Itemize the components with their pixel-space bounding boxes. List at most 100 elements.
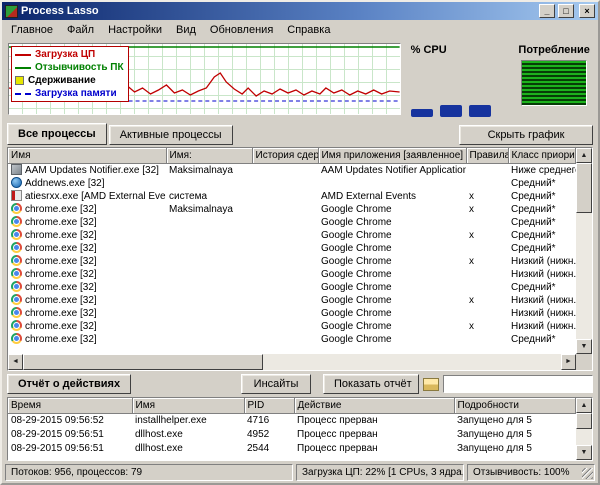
process-app-cell: AMD External Events: [321, 190, 417, 202]
column-header[interactable]: Класс приори...: [508, 148, 576, 164]
table-row[interactable]: atiesrxx.exe [AMD External Event...систе…: [8, 189, 576, 203]
process-history-cell: [252, 281, 318, 294]
action-table-vscrollbar[interactable]: ▲ ▼: [576, 398, 592, 460]
scroll-up-icon[interactable]: ▲: [576, 398, 592, 413]
report-icon[interactable]: [423, 377, 439, 391]
log-time-cell: 08-29-2015 09:56:52: [11, 414, 104, 426]
menu-item[interactable]: Обновления: [203, 22, 280, 38]
table-row[interactable]: chrome.exe [32] Google Chrome Средний*: [8, 280, 576, 294]
menu-item[interactable]: Главное: [4, 22, 60, 38]
process-name-cell: atiesrxx.exe [AMD External Event...: [8, 189, 166, 203]
menu-item[interactable]: Справка: [280, 22, 337, 38]
chrome-icon: [11, 254, 22, 266]
table-row[interactable]: chrome.exe [32] Google Chrome Низкий (нижн…: [8, 306, 576, 320]
maximize-button[interactable]: □: [558, 4, 574, 18]
tab-active-processes[interactable]: Активные процессы: [108, 125, 233, 145]
close-button[interactable]: ×: [579, 4, 595, 18]
process-table-hscrollbar[interactable]: ◄ ►: [8, 354, 576, 370]
process-table-body: AAM Updates Notifier.exe [32] Maksimalnay…: [8, 163, 576, 346]
action-log-container: Время Имя PID Действие Подробности 08-29-201…: [7, 397, 593, 461]
legend-symbol: [15, 76, 24, 85]
action-log-table: Время Имя PID Действие Подробности 08-29-201…: [8, 398, 576, 456]
process-priority-cell: Низкий (нижн...: [511, 268, 576, 280]
process-table-header-row: ИмяИмя:История сдер...Имя приложения [за…: [8, 148, 576, 164]
scroll-up-icon[interactable]: ▲: [576, 148, 592, 163]
tab-all-processes[interactable]: Все процессы: [7, 123, 107, 145]
show-report-button[interactable]: Показать отчёт: [323, 374, 419, 394]
table-row[interactable]: chrome.exe [32] Google Chrome Средний*: [8, 215, 576, 229]
minimize-button[interactable]: _: [539, 4, 555, 18]
process-user-cell: [166, 320, 252, 333]
process-name-cell: chrome.exe [32]: [8, 267, 166, 281]
hide-graph-button[interactable]: Скрыть график: [459, 125, 593, 145]
legend-label: Отзывчивость ПК: [35, 62, 124, 73]
process-history-cell: [252, 307, 318, 320]
table-row[interactable]: 08-29-2015 09:56:51 dllhost.exe 2544 Процес…: [8, 442, 576, 456]
process-rules-cell: [466, 307, 508, 320]
column-header[interactable]: Имя:: [166, 148, 253, 164]
process-user-cell: [166, 242, 252, 255]
scroll-left-icon[interactable]: ◄: [8, 354, 23, 370]
table-row[interactable]: AAM Updates Notifier.exe [32] Maksimalnay…: [8, 163, 576, 177]
log-details-cell: Запущено для 5: [457, 428, 532, 440]
table-row[interactable]: chrome.exe [32] Google Chrome x Низкий (ниж…: [8, 293, 576, 307]
column-header[interactable]: Имя: [8, 148, 167, 164]
table-row[interactable]: Addnews.exe [32] Средний*: [8, 176, 576, 190]
insights-button[interactable]: Инсайты: [241, 374, 311, 394]
process-table-vscrollbar[interactable]: ▲ ▼: [576, 148, 592, 354]
process-user-cell: [166, 255, 252, 268]
column-header[interactable]: PID: [244, 398, 295, 414]
scroll-down-icon[interactable]: ▼: [576, 339, 592, 354]
column-header[interactable]: Правила: [466, 148, 509, 164]
status-responsiveness: Отзывчивость: 100%: [467, 464, 595, 481]
column-header[interactable]: Время: [8, 398, 133, 414]
process-name-cell: chrome.exe [32]: [8, 228, 166, 242]
legend-symbol: [15, 92, 31, 95]
legend-label: Загрузка памяти: [35, 88, 117, 99]
resize-grip[interactable]: [582, 468, 593, 479]
table-row[interactable]: chrome.exe [32] Google Chrome x Средний*: [8, 228, 576, 242]
column-header[interactable]: История сдер...: [252, 148, 319, 164]
status-responsiveness-text: Отзывчивость: 100%: [473, 467, 570, 478]
process-history-cell: [252, 216, 318, 229]
action-log-area: Время Имя PID Действие Подробности 08-29-201…: [8, 398, 576, 460]
process-name-cell: chrome.exe [32]: [8, 202, 166, 216]
process-app-cell: Google Chrome: [321, 281, 392, 293]
process-name-cell: chrome.exe [32]: [8, 280, 166, 294]
table-row[interactable]: chrome.exe [32] Google Chrome x Низкий (ниж…: [8, 319, 576, 333]
log-pid-cell: 2544: [247, 442, 270, 454]
table-row[interactable]: 08-29-2015 09:56:51 dllhost.exe 4952 Процес…: [8, 428, 576, 442]
process-app-cell: Google Chrome: [321, 268, 392, 280]
process-user-cell: [166, 294, 252, 307]
log-name-cell: dllhost.exe: [135, 428, 183, 440]
process-history-cell: [252, 255, 318, 268]
table-row[interactable]: chrome.exe [32] Google Chrome Низкий (нижн…: [8, 267, 576, 281]
tab-actions-log[interactable]: Отчёт о действиях: [7, 374, 131, 394]
process-table-area: ИмяИмя:История сдер...Имя приложения [за…: [8, 148, 576, 354]
vscroll-thumb[interactable]: [576, 413, 592, 429]
log-filter-input[interactable]: [443, 375, 593, 393]
chrome-icon: [11, 306, 22, 318]
column-header[interactable]: Подробности: [454, 398, 576, 414]
process-app-cell: Google Chrome: [321, 242, 392, 254]
column-header[interactable]: Имя приложения [заявленное]: [318, 148, 467, 164]
process-user-cell: [166, 268, 252, 281]
process-user-cell: [166, 281, 252, 294]
scroll-down-icon[interactable]: ▼: [576, 445, 592, 460]
vscroll-thumb[interactable]: [576, 163, 592, 213]
table-row[interactable]: chrome.exe [32] Google Chrome x Низкий (ниж…: [8, 254, 576, 268]
legend-symbol: [15, 66, 31, 69]
window-title: Process Lasso: [21, 5, 99, 17]
scroll-right-icon[interactable]: ►: [561, 354, 576, 370]
menu-item[interactable]: Файл: [60, 22, 101, 38]
table-row[interactable]: chrome.exe [32] Google Chrome Средний*: [8, 332, 576, 346]
column-header[interactable]: Действие: [294, 398, 455, 414]
title-bar[interactable]: Process Lasso _ □ ×: [2, 2, 598, 20]
menu-item[interactable]: Вид: [169, 22, 203, 38]
hscroll-thumb[interactable]: [23, 354, 263, 370]
menu-item[interactable]: Настройки: [101, 22, 169, 38]
table-row[interactable]: chrome.exe [32] Maksimalnaya Google Chrome…: [8, 202, 576, 216]
table-row[interactable]: chrome.exe [32] Google Chrome Средний*: [8, 241, 576, 255]
column-header[interactable]: Имя: [132, 398, 245, 414]
table-row[interactable]: 08-29-2015 09:56:52 installhelper.exe 4716…: [8, 413, 576, 428]
